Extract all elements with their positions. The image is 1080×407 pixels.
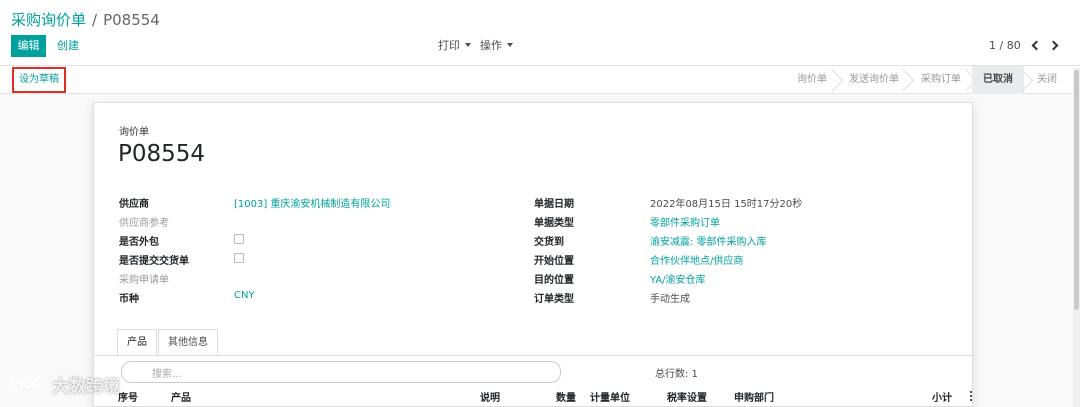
source-location-field[interactable]: 合作伙伴地点/供应商 xyxy=(650,252,743,267)
watermark-logo-icon xyxy=(9,378,43,393)
destination-location-field[interactable]: YA/渝安仓库 xyxy=(650,271,706,286)
submit-delivery-checkbox[interactable] xyxy=(234,253,244,263)
tab-products[interactable]: 产品 xyxy=(117,329,157,355)
is-outsourced-checkbox[interactable] xyxy=(234,234,244,244)
column-header-subtotal[interactable]: 小计 xyxy=(932,389,952,404)
submit-delivery-label: 是否提交交货单 xyxy=(119,256,189,267)
set-to-draft-button[interactable]: 设为草稿 xyxy=(12,67,66,93)
column-header-quantity[interactable]: 数量 xyxy=(556,389,576,404)
currency-field[interactable]: CNY xyxy=(234,290,255,301)
print-dropdown[interactable]: 打印 xyxy=(438,35,471,57)
source-location-label: 开始位置 xyxy=(534,256,574,267)
print-dropdown-label: 打印 xyxy=(438,39,460,52)
deliver-to-label: 交货到 xyxy=(534,237,564,248)
destination-location-label: 目的位置 xyxy=(534,275,574,286)
watermark-text: 大数跨境 xyxy=(52,377,120,397)
vendor-label: 供应商 xyxy=(119,199,149,210)
total-rows-count: 总行数: 1 xyxy=(655,369,698,380)
stage-closed[interactable]: 关闭 xyxy=(1030,66,1064,94)
breadcrumb-separator: / xyxy=(92,11,98,29)
pager-previous-button[interactable] xyxy=(1027,37,1043,55)
chevron-right-icon xyxy=(1048,40,1059,51)
document-number: P08554 xyxy=(118,141,206,167)
column-header-tax[interactable]: 税率设置 xyxy=(667,389,707,404)
caret-down-icon xyxy=(507,43,513,47)
action-dropdown-label: 操作 xyxy=(480,39,502,52)
column-header-department[interactable]: 申购部门 xyxy=(734,389,774,404)
is-outsourced-label: 是否外包 xyxy=(119,237,159,248)
chevron-left-icon xyxy=(1031,40,1042,51)
column-header-description[interactable]: 说明 xyxy=(480,389,500,404)
breadcrumb: 采购询价单 / P08554 xyxy=(11,9,160,30)
order-type-label: 单据类型 xyxy=(534,218,574,229)
column-header-uom[interactable]: 计量单位 xyxy=(590,389,630,404)
page-scrollbar-thumb[interactable] xyxy=(1074,70,1079,310)
vendor-field[interactable]: [1003] 重庆渝安机械制造有限公司 xyxy=(234,195,390,210)
optional-columns-icon[interactable] xyxy=(970,391,972,401)
lines-search-placeholder: 搜索... xyxy=(152,369,182,380)
breadcrumb-parent-link[interactable]: 采购询价单 xyxy=(11,11,86,29)
caret-down-icon xyxy=(465,43,471,47)
pager-next-button[interactable] xyxy=(1048,37,1064,55)
pager-value[interactable]: 1 / 80 xyxy=(989,35,1021,57)
order-kind-label: 订单类型 xyxy=(534,294,574,305)
purchase-request-label: 采购申请单 xyxy=(119,275,169,286)
stage-separator xyxy=(832,66,842,94)
column-header-product[interactable]: 产品 xyxy=(171,389,191,404)
stage-separator xyxy=(903,66,913,94)
control-panel xyxy=(0,0,1080,66)
currency-label: 币种 xyxy=(119,294,139,305)
order-type-field[interactable]: 零部件采购订单 xyxy=(650,214,720,229)
vendor-reference-label: 供应商参考 xyxy=(119,218,169,229)
order-date-field: 2022年08月15日 15时17分20秒 xyxy=(650,199,803,210)
form-sheet: 询价单 P08554 供应商 [1003] 重庆渝安机械制造有限公司 供应商参考… xyxy=(93,102,974,407)
lines-search-input[interactable]: 搜索... xyxy=(121,361,561,383)
deliver-to-field[interactable]: 渝安减震: 零部件采购入库 xyxy=(650,233,767,248)
tab-other-info[interactable]: 其他信息 xyxy=(158,329,218,355)
order-date-label: 单据日期 xyxy=(534,199,574,210)
create-button[interactable]: 创建 xyxy=(57,35,79,57)
edit-button[interactable]: 编辑 xyxy=(11,35,46,57)
column-header-seq[interactable]: 序号 xyxy=(118,389,138,404)
tabs-divider xyxy=(94,355,974,356)
breadcrumb-current: P08554 xyxy=(103,11,160,29)
order-kind-field: 手动生成 xyxy=(650,294,690,305)
action-dropdown[interactable]: 操作 xyxy=(480,35,513,57)
document-type-label: 询价单 xyxy=(119,127,149,138)
